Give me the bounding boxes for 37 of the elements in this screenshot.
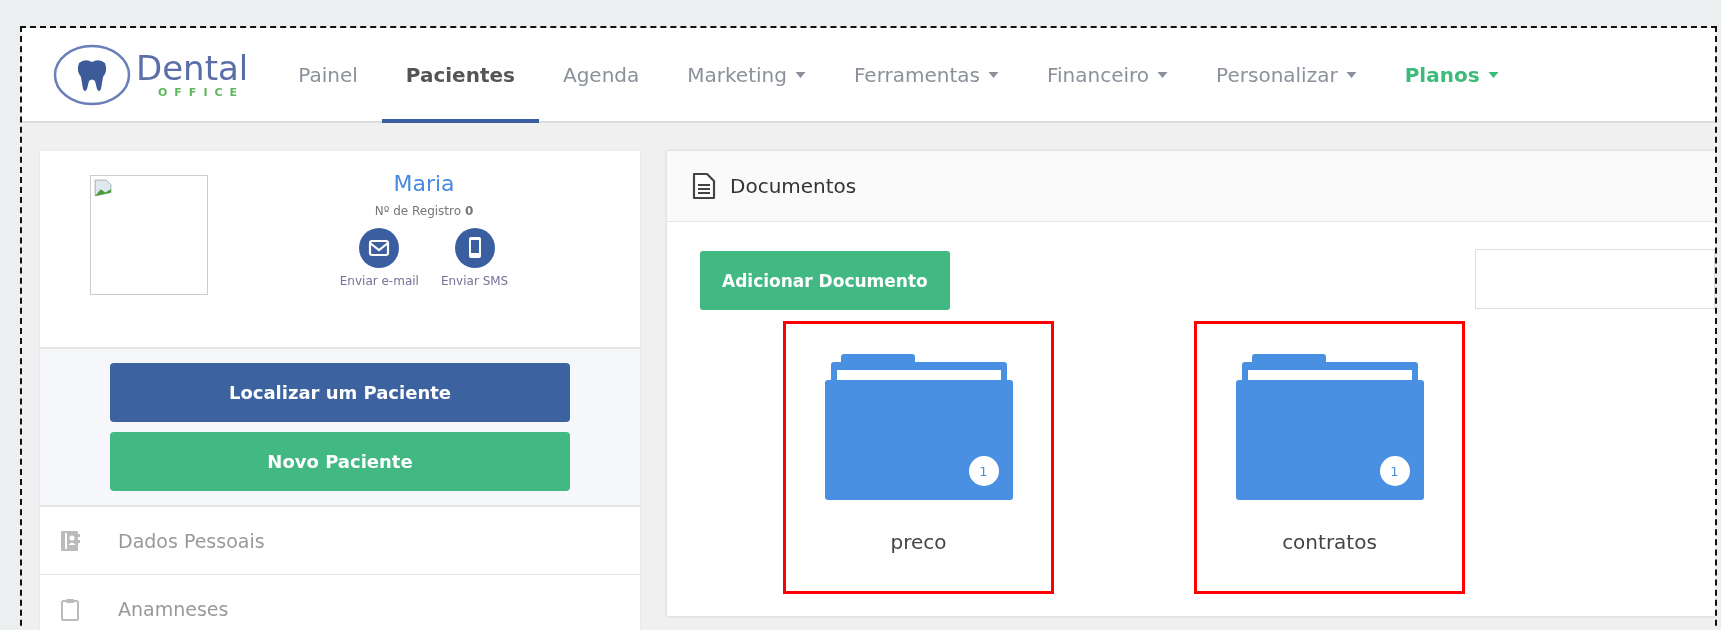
- nav-tab[interactable]: Financeiro: [1023, 30, 1193, 123]
- find-patient-button[interactable]: Localizar um Paciente: [110, 363, 570, 422]
- nav-tab[interactable]: Painel: [274, 30, 382, 123]
- address-book-icon: [58, 528, 82, 553]
- nav-tab[interactable]: Agenda: [538, 30, 664, 123]
- logo-tagline: OFFICE: [158, 87, 246, 98]
- new-patient-button[interactable]: Novo Paciente: [110, 432, 570, 491]
- folder-item[interactable]: 1 contratos: [1194, 321, 1465, 594]
- folder-icon: [1235, 354, 1424, 500]
- search-field[interactable]: [1475, 249, 1715, 309]
- folder-icon: [824, 354, 1013, 500]
- nav-tab[interactable]: Planos: [1380, 30, 1523, 123]
- panel-title: Documentos: [730, 174, 857, 198]
- caret-icon: [1345, 71, 1357, 78]
- registry-number: Nº de Registro 0: [374, 204, 474, 218]
- broken-image-icon: [94, 179, 112, 197]
- nav-tab[interactable]: Marketing: [663, 30, 830, 123]
- clipboard-icon: [58, 596, 82, 621]
- envelope-icon: [359, 228, 400, 268]
- nav-tab[interactable]: Pacientes: [381, 30, 539, 123]
- caret-icon: [1487, 71, 1499, 78]
- caret-icon: [794, 71, 806, 78]
- folder-item[interactable]: 1 preco: [783, 321, 1054, 594]
- caret-icon: [1157, 71, 1169, 78]
- contact-action-link[interactable]: Enviar SMS: [440, 228, 509, 288]
- sidebar-item[interactable]: Anamneses: [40, 575, 640, 630]
- add-document-button[interactable]: Adicionar Documento: [700, 251, 950, 310]
- logo-name: Dental: [136, 51, 249, 85]
- document-icon: [692, 172, 716, 200]
- phone-icon: [454, 228, 495, 268]
- nav-tab[interactable]: Ferramentas: [829, 30, 1023, 123]
- tooth-logo-icon: [52, 42, 132, 107]
- contact-action-link[interactable]: Enviar e-mail: [339, 228, 419, 288]
- caret-icon: [988, 71, 999, 78]
- nav-tab[interactable]: Personalizar: [1192, 30, 1381, 123]
- patient-name: Maria: [393, 171, 455, 196]
- sidebar-item[interactable]: Dados Pessoais: [40, 507, 640, 575]
